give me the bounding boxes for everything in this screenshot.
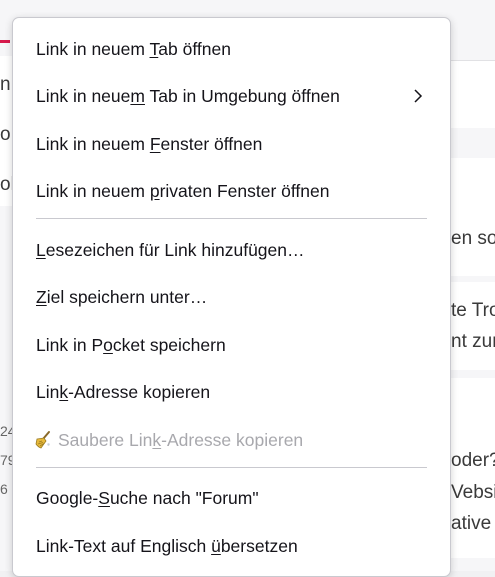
right-card: [451, 60, 495, 128]
menu-item-label: Google-Suche nach "Forum": [36, 487, 259, 508]
menu-item-open-in-new-window[interactable]: Link in neuem Fenster öffnen: [13, 121, 450, 167]
menu-item-search-google[interactable]: Google-Suche nach "Forum": [13, 475, 450, 521]
right-card: [451, 158, 495, 276]
menu-item-label: Lesezeichen für Link hinzufügen…: [36, 239, 305, 260]
right-fragment: ative: [451, 513, 492, 534]
left-fragment: 6: [0, 481, 8, 497]
divider: [451, 60, 495, 61]
menu-item-label: Link-Text auf Englisch übersetzen: [36, 535, 298, 556]
menu-item-translate-link-text[interactable]: Link-Text auf Englisch übersetzen: [13, 523, 450, 569]
menu-separator: [36, 467, 427, 468]
menu-item-label: Ziel speichern unter…: [36, 286, 208, 307]
right-fragment: en so: [451, 228, 495, 249]
left-fragment: o: [0, 124, 11, 145]
menu-item-copy-link[interactable]: Link-Adresse kopieren: [13, 369, 450, 415]
menu-item-label: Link in Pocket speichern: [36, 334, 226, 355]
chevron-right-icon: [414, 89, 423, 103]
menu-item-save-link-as[interactable]: Ziel speichern unter…: [13, 274, 450, 320]
menu-item-open-in-private-window[interactable]: Link in neuem privaten Fenster öffnen: [13, 168, 450, 214]
menu-item-bookmark-link[interactable]: Lesezeichen für Link hinzufügen…: [13, 227, 450, 273]
menu-item-label: Link in neuem Fenster öffnen: [36, 133, 263, 154]
menu-item-save-to-pocket[interactable]: Link in Pocket speichern: [13, 322, 450, 368]
right-fragment: nt zur: [451, 331, 495, 352]
menu-item-label: Link in neuem Tab öffnen: [36, 38, 231, 59]
menu-item-open-in-new-tab[interactable]: Link in neuem Tab öffnen: [13, 26, 450, 72]
menu-separator: [36, 218, 427, 219]
menu-item-label: Saubere Link-Adresse kopieren: [58, 429, 304, 450]
broom-icon: [35, 431, 50, 449]
menu-item-open-in-container-tab[interactable]: Link in neuem Tab in Umgebung öffnen: [13, 73, 450, 119]
link-context-menu: Link in neuem Tab öffnen Link in neuem T…: [12, 17, 451, 577]
left-fragment: n: [0, 74, 11, 95]
active-tab-indicator: [0, 0, 10, 43]
right-fragment: te Tro: [451, 300, 495, 321]
menu-item-copy-clean-link: Saubere Link-Adresse kopieren: [13, 417, 450, 463]
menu-item-label: Link in neuem Tab in Umgebung öffnen: [36, 85, 340, 106]
right-card: [451, 282, 495, 370]
right-fragment: oder?: [451, 450, 495, 471]
right-fragment: Vebsi: [451, 482, 495, 503]
menu-item-label: Link in neuem privaten Fenster öffnen: [36, 180, 330, 201]
menu-item-label: Link-Adresse kopieren: [36, 381, 211, 402]
